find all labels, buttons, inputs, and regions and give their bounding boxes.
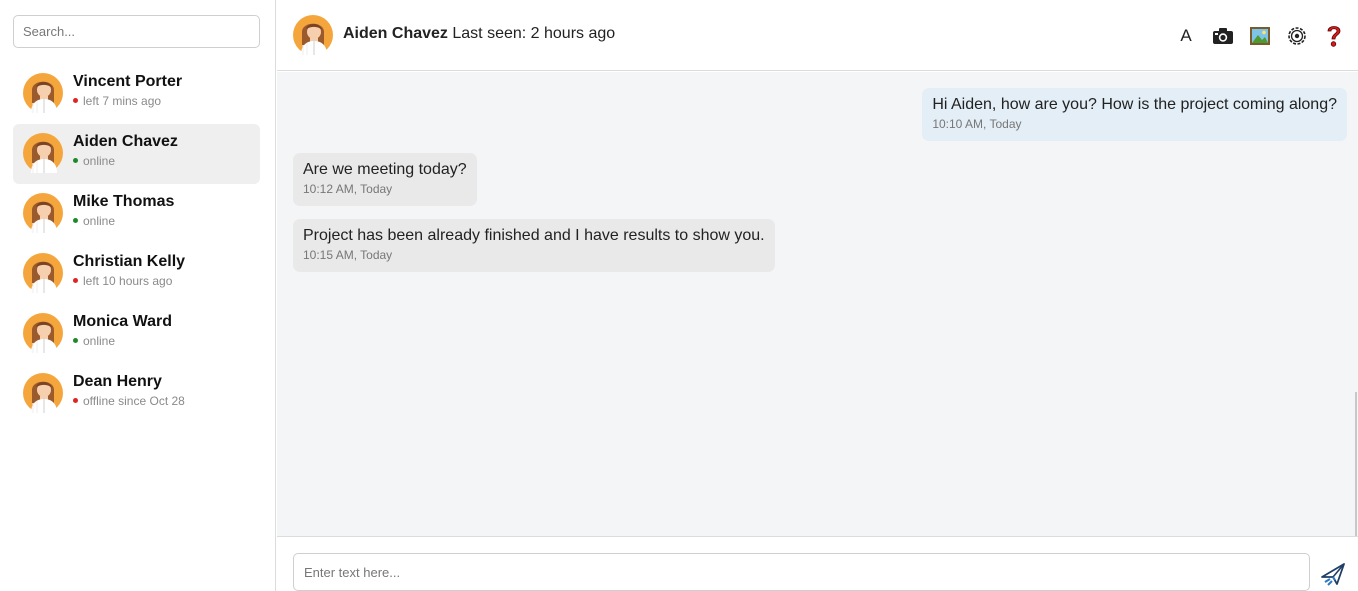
contact-item[interactable]: Vincent Porter left 7 mins ago (13, 64, 260, 124)
contact-status: left 7 mins ago (73, 94, 161, 108)
contact-status-text: online (83, 154, 116, 168)
chat-panel: Aiden Chavez Last seen: 2 hours ago A Hi… (277, 0, 1358, 591)
message-list: Hi Aiden, how are you? How is the projec… (277, 72, 1358, 536)
search-input[interactable] (13, 15, 260, 48)
avatar (23, 73, 63, 118)
outgoing-message: Hi Aiden, how are you? How is the projec… (922, 88, 1347, 141)
status-dot (73, 278, 78, 284)
contact-name: Christian Kelly (73, 253, 186, 270)
contact-name: Vincent Porter (73, 73, 183, 90)
contact-name: Aiden Chavez (73, 133, 178, 150)
chat-header: Aiden Chavez Last seen: 2 hours ago A (277, 0, 1358, 71)
contact-item[interactable]: Monica Ward online (13, 304, 260, 364)
settings-icon[interactable] (1285, 24, 1309, 48)
contact-status: online (73, 214, 115, 228)
contact-item[interactable]: Mike Thomas online (13, 184, 260, 244)
contact-status-text: online (83, 334, 116, 348)
camera-icon[interactable] (1211, 24, 1235, 48)
help-icon[interactable] (1322, 24, 1346, 48)
message-time: 10:15 AM, Today (303, 248, 393, 262)
contact-name: Monica Ward (73, 313, 172, 330)
avatar (23, 373, 63, 418)
contact-status-text: left 10 hours ago (83, 274, 173, 288)
chat-contact-name: Aiden Chavez (343, 25, 448, 42)
send-icon[interactable] (1320, 561, 1346, 587)
contact-item[interactable]: Dean Henry offline since Oct 28 (13, 364, 260, 424)
contact-status-text: online (83, 214, 116, 228)
incoming-message: Are we meeting today? 10:12 AM, Today (293, 153, 477, 206)
status-dot (73, 338, 78, 344)
message-text: Hi Aiden, how are you? How is the projec… (932, 96, 1337, 113)
composer (277, 536, 1358, 591)
avatar (23, 133, 63, 178)
status-dot (73, 158, 78, 164)
message-text: Are we meeting today? (303, 161, 467, 178)
contact-status-text: offline since Oct 28 (83, 394, 185, 408)
status-dot (73, 398, 78, 404)
contact-name: Dean Henry (73, 373, 162, 390)
avatar (23, 253, 63, 298)
contact-status: online (73, 334, 115, 348)
avatar (23, 313, 63, 358)
contact-status-text: left 7 mins ago (83, 94, 162, 108)
sidebar: Vincent Porter left 7 mins ago Aiden Chave… (0, 0, 276, 591)
contact-status: online (73, 154, 115, 168)
avatar (23, 193, 63, 238)
contact-item[interactable]: Christian Kelly left 10 hours ago (13, 244, 260, 304)
contact-name: Mike Thomas (73, 193, 175, 210)
avatar (293, 15, 333, 60)
chat-title: Aiden Chavez Last seen: 2 hours ago (343, 25, 615, 43)
message-time: 10:10 AM, Today (932, 117, 1022, 131)
message-input[interactable] (293, 553, 1310, 591)
last-seen-text: Last seen: 2 hours ago (452, 25, 616, 42)
scrollbar[interactable] (1355, 392, 1357, 542)
contact-status: left 10 hours ago (73, 274, 172, 288)
message-text: Project has been already finished and I … (303, 227, 765, 244)
status-dot (73, 218, 78, 224)
status-dot (73, 98, 78, 104)
message-time: 10:12 AM, Today (303, 182, 393, 196)
chat-toolbar: A (1161, 24, 1346, 48)
font-button[interactable]: A (1174, 24, 1198, 48)
image-icon[interactable] (1248, 24, 1272, 48)
incoming-message: Project has been already finished and I … (293, 219, 775, 272)
contact-item[interactable]: Aiden Chavez online (13, 124, 260, 184)
contact-list: Vincent Porter left 7 mins ago Aiden Chave… (13, 64, 260, 424)
contact-status: offline since Oct 28 (73, 394, 185, 408)
